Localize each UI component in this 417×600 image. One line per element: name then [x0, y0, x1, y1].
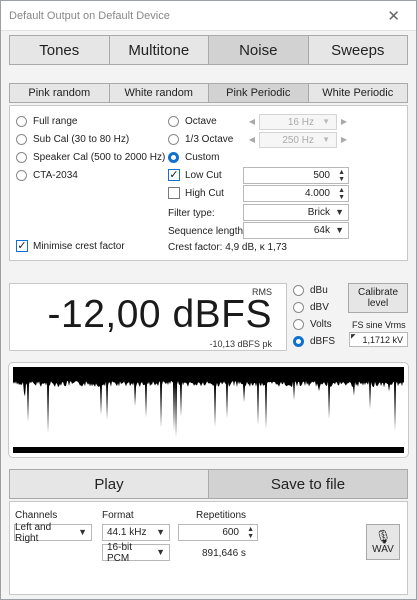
low-cut-field[interactable]: 500 ▲ ▼ — [243, 167, 349, 184]
main-tab-bar: Tones Multitone Noise Sweeps — [9, 35, 408, 65]
unit-dbv[interactable]: dBV — [293, 302, 329, 313]
channels-label: Channels — [15, 510, 58, 521]
custom-radio[interactable] — [168, 152, 179, 163]
octave-prev-icon[interactable]: ◀ — [247, 117, 257, 126]
option-custom[interactable]: Custom — [168, 152, 219, 163]
save-to-file-button[interactable]: Save to file — [209, 470, 407, 498]
waveform-trace — [13, 381, 404, 447]
tab-pink-periodic[interactable]: Pink Periodic — [209, 84, 309, 102]
option-full-range[interactable]: Full range — [16, 116, 77, 127]
low-cut-checkbox[interactable]: ✓ Low Cut — [168, 169, 222, 181]
chevron-down-icon: ▼ — [335, 207, 344, 217]
speaker-cal-radio[interactable] — [16, 152, 27, 163]
third-octave-radio[interactable] — [168, 134, 179, 145]
bit-depth-select[interactable]: 16-bit PCM ▼ — [102, 542, 170, 564]
repetitions-label: Repetitions — [196, 510, 247, 521]
spinner-arrows-icon[interactable]: ▲ ▼ — [247, 526, 254, 540]
chevron-down-icon: ▼ — [156, 527, 165, 537]
high-cut-field[interactable]: 4.000 ▲ ▼ — [243, 185, 349, 202]
window-title: Default Output on Default Device — [9, 10, 170, 22]
chevron-down-icon: ▼ — [78, 527, 87, 537]
duration-readout: 891,646 s — [202, 548, 246, 559]
save-wav-button[interactable]: 🎙 WAV — [366, 524, 400, 560]
option-sub-cal[interactable]: Sub Cal (30 to 80 Hz) — [16, 134, 129, 145]
option-third-octave[interactable]: 1/3 Octave — [168, 134, 233, 145]
file-options-panel: Channels Left and Right ▼ Format 44.1 kH… — [9, 501, 408, 595]
noise-type-tab-bar: Pink random White random Pink Periodic W… — [9, 83, 408, 103]
third-octave-next-icon[interactable]: ▶ — [339, 135, 349, 144]
peak-readout: -10,13 dBFS pk — [209, 339, 272, 349]
chevron-down-icon: ▼ — [322, 117, 330, 126]
fs-sine-field[interactable]: ◤ 1,1712 kV — [349, 332, 408, 347]
tab-tones[interactable]: Tones — [10, 36, 110, 64]
third-octave-select[interactable]: 250 Hz ▼ — [259, 132, 337, 148]
octave-radio[interactable] — [168, 116, 179, 127]
format-label: Format — [102, 510, 134, 521]
high-cut-checkbox[interactable]: High Cut — [168, 187, 224, 199]
check-icon[interactable]: ✓ — [16, 240, 28, 252]
channels-select[interactable]: Left and Right ▼ — [14, 522, 92, 544]
sample-rate-select[interactable]: 44.1 kHz ▼ — [102, 524, 170, 541]
chevron-down-icon: ▼ — [335, 225, 344, 235]
waveform-scope — [8, 362, 409, 458]
corner-marker-icon: ◤ — [351, 334, 356, 340]
unit-dbu[interactable]: dBu — [293, 285, 328, 296]
chevron-down-icon: ▼ — [322, 135, 330, 144]
sub-cal-radio[interactable] — [16, 134, 27, 145]
repetitions-field[interactable]: 600 ▲ ▼ — [178, 524, 258, 541]
chevron-down-icon: ▼ — [156, 547, 165, 557]
tab-sweeps[interactable]: Sweeps — [309, 36, 408, 64]
crest-factor-readout: Crest factor: 4,9 dB, κ 1,73 — [168, 242, 287, 253]
tab-white-periodic[interactable]: White Periodic — [309, 84, 408, 102]
fs-sine-label: FS sine Vrms — [352, 320, 406, 330]
unit-dbfs[interactable]: dBFS — [293, 336, 335, 347]
level-value[interactable]: -12,00 dBFS — [48, 293, 272, 337]
noise-generator-window: Default Output on Default Device ✕ Tones… — [0, 0, 417, 600]
tab-white-random[interactable]: White random — [110, 84, 209, 102]
spinner-arrows-icon[interactable]: ▲ ▼ — [338, 169, 345, 183]
octave-next-icon[interactable]: ▶ — [339, 117, 349, 126]
full-range-radio[interactable] — [16, 116, 27, 127]
level-display: RMS -12,00 dBFS -10,13 dBFS pk — [9, 283, 287, 351]
tab-pink-random[interactable]: Pink random — [10, 84, 110, 102]
minimise-crest-checkbox[interactable]: ✓ Minimise crest factor — [16, 240, 125, 252]
filter-type-label: Filter type: — [168, 208, 215, 219]
option-speaker-cal[interactable]: Speaker Cal (500 to 2000 Hz) — [16, 152, 165, 163]
wav-file-icon: 🎙 — [374, 528, 392, 544]
output-action-bar: Play Save to file — [9, 469, 408, 499]
third-octave-prev-icon[interactable]: ◀ — [247, 135, 257, 144]
tab-multitone[interactable]: Multitone — [110, 36, 209, 64]
dbu-radio[interactable] — [293, 285, 304, 296]
close-icon[interactable]: ✕ — [387, 7, 400, 25]
check-icon[interactable]: ✓ — [168, 169, 180, 181]
noise-options-panel: Full range Sub Cal (30 to 80 Hz) Speaker… — [9, 105, 408, 261]
noise-trace-path — [13, 381, 404, 447]
octave-select[interactable]: 16 Hz ▼ — [259, 114, 337, 130]
spinner-arrows-icon[interactable]: ▲ ▼ — [338, 187, 345, 201]
option-octave[interactable]: Octave — [168, 116, 217, 127]
unchecked-box-icon[interactable] — [168, 187, 180, 199]
dbv-radio[interactable] — [293, 302, 304, 313]
filter-type-select[interactable]: Brick ▼ — [243, 204, 349, 221]
dbfs-radio[interactable] — [293, 336, 304, 347]
sequence-length-label: Sequence length: — [168, 226, 246, 237]
calibrate-level-button[interactable]: Calibrate level — [348, 283, 408, 313]
volts-radio[interactable] — [293, 319, 304, 330]
title-bar: Default Output on Default Device ✕ — [1, 1, 416, 31]
sequence-length-select[interactable]: 64k ▼ — [243, 222, 349, 239]
cta-2034-radio[interactable] — [16, 170, 27, 181]
option-cta-2034[interactable]: CTA-2034 — [16, 170, 78, 181]
play-button[interactable]: Play — [10, 470, 209, 498]
tab-noise[interactable]: Noise — [209, 36, 309, 64]
unit-volts[interactable]: Volts — [293, 319, 332, 330]
